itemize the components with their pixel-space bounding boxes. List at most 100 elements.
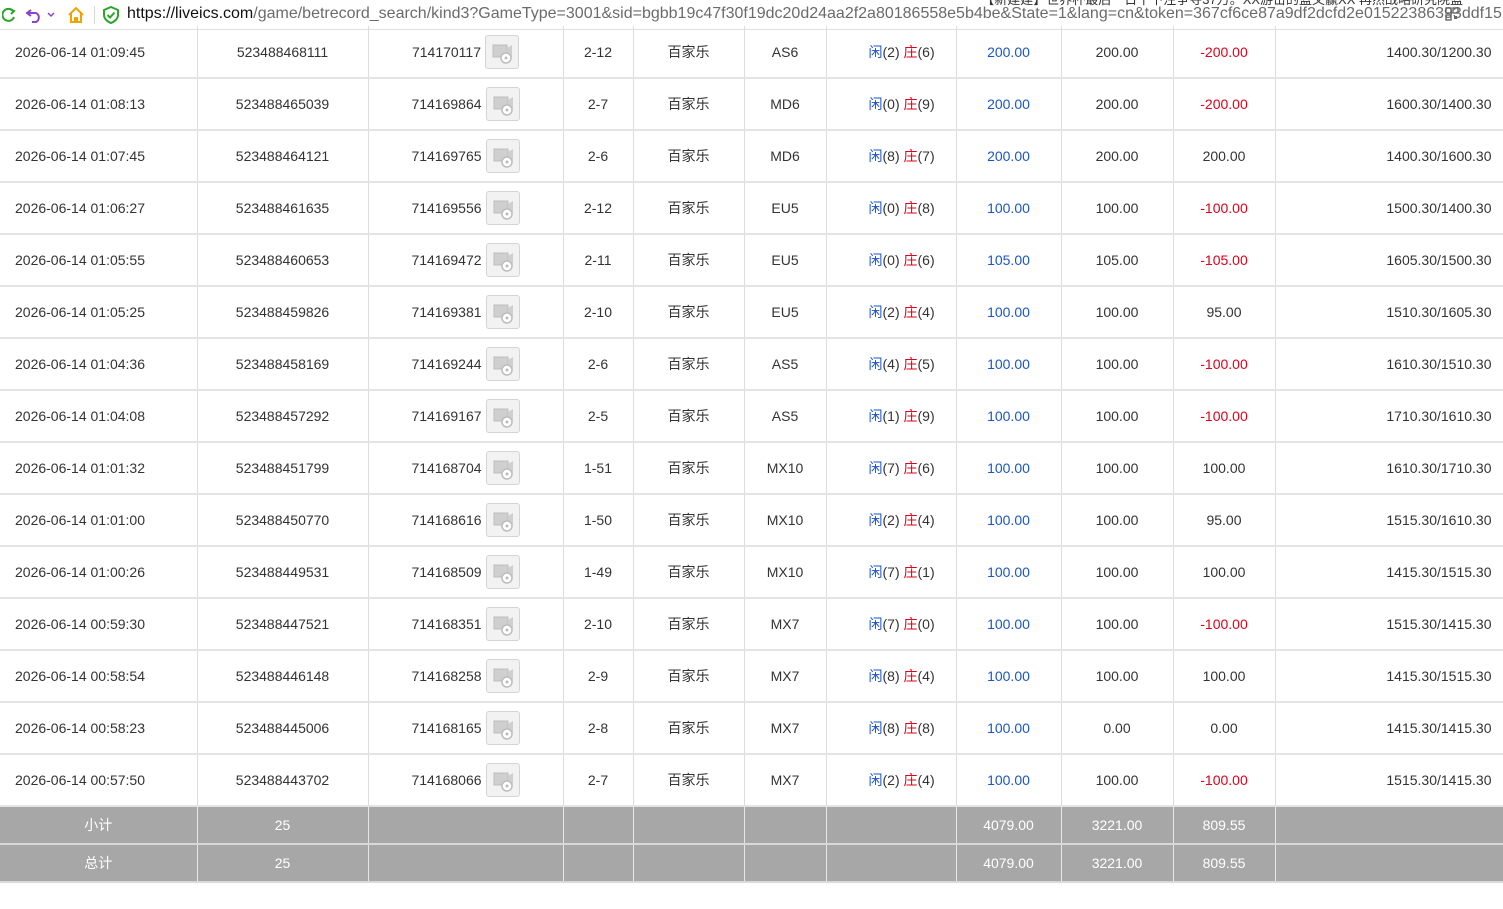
round-number: 2-12 (563, 26, 634, 79)
qr-code-icon[interactable] (1445, 7, 1459, 24)
bet-amount[interactable]: 100.00 (956, 390, 1062, 443)
game-id: 714169381 (411, 304, 482, 320)
bet-amount[interactable]: 105.00 (956, 234, 1062, 287)
ticker-text: 【新建建】世界杯最后一日十下注争夺37万。XX游击的篮又赢XX 再然战略研究院篮 (981, 0, 1463, 14)
video-replay-icon[interactable] (485, 139, 520, 173)
result-cell: 闲(2) 庄(4) (826, 494, 957, 547)
table-row: 2026-06-14 01:04:36 523488458169 714169244… (0, 338, 1503, 391)
game-id: 714168704 (411, 460, 482, 476)
video-replay-icon[interactable] (485, 555, 520, 589)
bet-amount[interactable]: 100.00 (956, 702, 1062, 755)
banker-score: (4) (917, 304, 935, 320)
bet-time: 2026-06-14 01:05:55 (0, 234, 198, 287)
video-replay-icon[interactable] (485, 607, 520, 641)
result-cell: 闲(7) 庄(6) (826, 442, 957, 495)
video-replay-icon[interactable] (485, 243, 520, 277)
player-label: 闲 (868, 616, 883, 632)
bet-time: 2026-06-14 01:01:00 (0, 494, 198, 547)
win-loss: 95.00 (1173, 494, 1276, 547)
banker-score: (5) (917, 356, 935, 372)
game-id: 714169472 (411, 252, 482, 268)
win-loss: -100.00 (1173, 598, 1276, 651)
balance: 1415.30/1515.30 (1275, 546, 1503, 599)
game-id: 714168258 (411, 668, 482, 684)
video-replay-icon[interactable] (485, 659, 520, 693)
subtotal-label: 小计 (0, 806, 198, 845)
game-type: 百家乐 (633, 130, 745, 183)
video-replay-icon[interactable] (485, 399, 520, 433)
bet-amount[interactable]: 100.00 (956, 598, 1062, 651)
valid-bet: 0.00 (1061, 702, 1174, 755)
game-id: 714168509 (411, 564, 482, 580)
bet-record-table: 2026-06-14 01:09:45 523488468111 714170117… (0, 26, 1503, 883)
total-bet: 4079.00 (956, 844, 1062, 883)
bet-amount[interactable]: 100.00 (956, 546, 1062, 599)
round-number: 2-8 (563, 702, 634, 755)
bet-time: 2026-06-14 01:08:13 (0, 78, 198, 131)
video-replay-icon[interactable] (485, 711, 520, 745)
total-win: 809.55 (1173, 844, 1276, 883)
video-replay-icon[interactable] (485, 451, 520, 485)
table-code: AS5 (744, 338, 827, 391)
bet-amount[interactable]: 100.00 (956, 286, 1062, 339)
game-id-cell: 714168704 (368, 442, 564, 495)
video-replay-icon[interactable] (485, 34, 520, 69)
order-number: 523488468111 (197, 26, 369, 79)
balance: 1510.30/1605.30 (1275, 286, 1503, 339)
round-number: 1-49 (563, 546, 634, 599)
banker-score: (9) (917, 408, 935, 424)
game-id-cell: 714168066 (368, 754, 564, 807)
round-number: 1-50 (563, 494, 634, 547)
win-loss: 100.00 (1173, 442, 1276, 495)
bet-amount[interactable]: 100.00 (956, 494, 1062, 547)
video-replay-icon[interactable] (485, 295, 520, 329)
player-score: (1) (882, 408, 900, 424)
win-loss: -105.00 (1173, 234, 1276, 287)
bet-amount[interactable]: 200.00 (956, 78, 1062, 131)
bet-amount[interactable]: 100.00 (956, 754, 1062, 807)
bet-time: 2026-06-14 00:58:23 (0, 702, 198, 755)
win-loss: -200.00 (1173, 78, 1276, 131)
player-label: 闲 (868, 43, 883, 60)
video-replay-icon[interactable] (485, 503, 520, 537)
table-code: MX10 (744, 546, 827, 599)
video-replay-icon[interactable] (485, 87, 520, 121)
player-score: (4) (882, 356, 900, 372)
valid-bet: 100.00 (1061, 390, 1174, 443)
win-loss: -200.00 (1173, 26, 1276, 79)
banker-label: 庄 (903, 148, 918, 164)
game-type: 百家乐 (633, 598, 745, 651)
video-replay-icon[interactable] (485, 763, 520, 797)
subtotal-empty (368, 806, 564, 845)
player-label: 闲 (868, 668, 883, 684)
table-row: 2026-06-14 01:04:08 523488457292 714169167… (0, 390, 1503, 443)
valid-bet: 100.00 (1061, 754, 1174, 807)
bet-amount[interactable]: 200.00 (956, 130, 1062, 183)
table-code: MX7 (744, 702, 827, 755)
banker-label: 庄 (903, 96, 918, 112)
bet-amount[interactable]: 100.00 (956, 442, 1062, 495)
video-replay-icon[interactable] (485, 191, 520, 225)
video-replay-icon[interactable] (485, 347, 520, 381)
bet-amount[interactable]: 100.00 (956, 650, 1062, 703)
order-number: 523488464121 (197, 130, 369, 183)
table-code: MX10 (744, 442, 827, 495)
win-loss: 200.00 (1173, 130, 1276, 183)
result-cell: 闲(1) 庄(9) (826, 390, 957, 443)
order-number: 523488446148 (197, 650, 369, 703)
game-type: 百家乐 (633, 702, 745, 755)
round-number: 2-9 (563, 650, 634, 703)
bet-amount[interactable]: 100.00 (956, 182, 1062, 235)
player-score: (2) (882, 43, 900, 60)
banker-label: 庄 (903, 252, 918, 268)
order-number: 523488458169 (197, 338, 369, 391)
banker-label: 庄 (903, 43, 918, 60)
subtotal-empty (633, 806, 745, 845)
bet-amount[interactable]: 200.00 (956, 26, 1062, 79)
bet-amount[interactable]: 100.00 (956, 338, 1062, 391)
result-cell: 闲(8) 庄(7) (826, 130, 957, 183)
bet-time: 2026-06-14 00:59:30 (0, 598, 198, 651)
game-id: 714169556 (411, 200, 482, 216)
valid-bet: 100.00 (1061, 598, 1174, 651)
banker-label: 庄 (903, 512, 918, 528)
